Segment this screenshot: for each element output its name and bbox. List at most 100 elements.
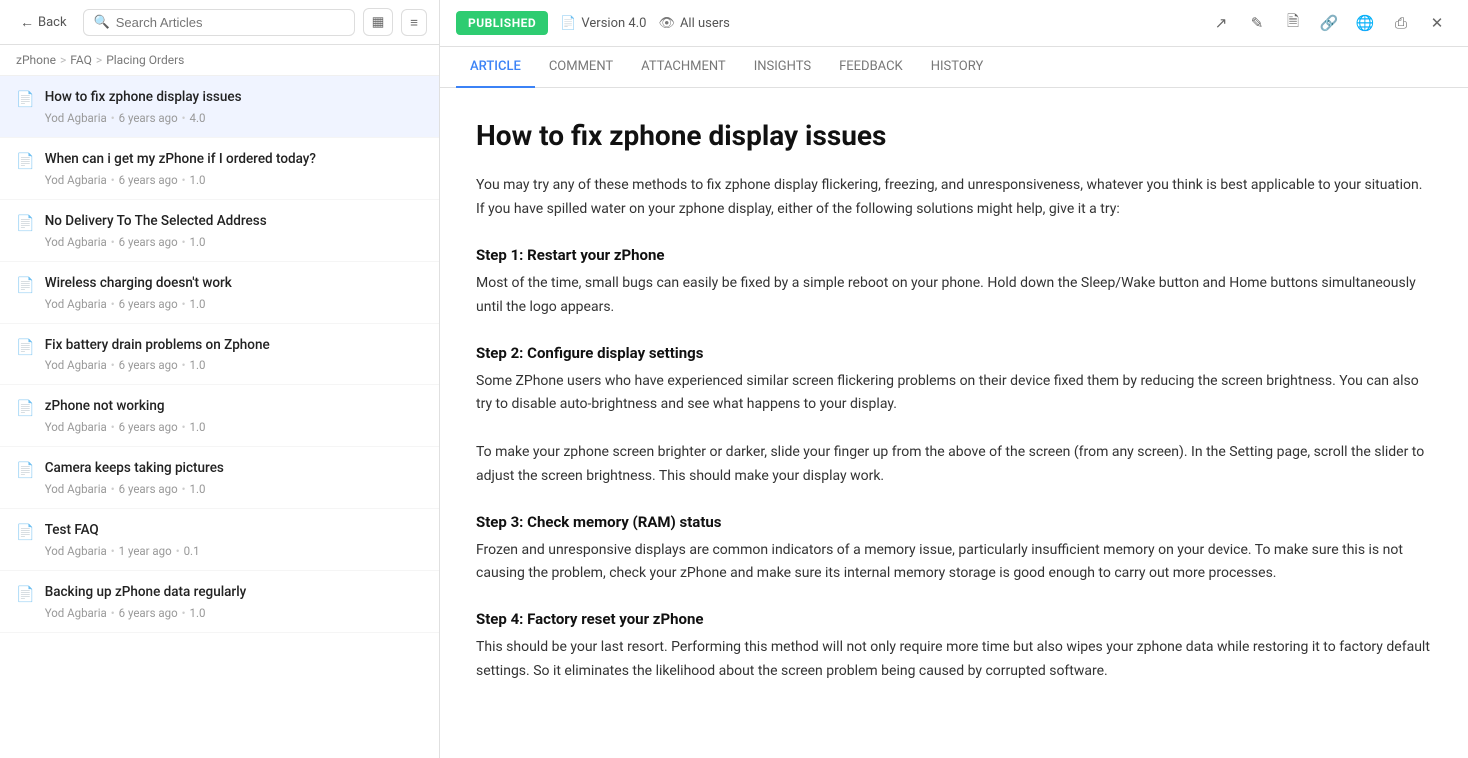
- article-version: 1.0: [190, 420, 206, 434]
- list-item[interactable]: 📄 When can i get my zPhone if I ordered …: [0, 138, 439, 200]
- users-label[interactable]: All users: [680, 16, 730, 31]
- article-author: Yod Agbaria: [45, 420, 107, 434]
- article-doc-icon: 📄: [16, 214, 35, 232]
- version-label[interactable]: Version 4.0: [581, 16, 646, 31]
- article-doc-icon: 📄: [16, 152, 35, 170]
- back-button[interactable]: ← Back: [12, 10, 75, 35]
- list-item[interactable]: 📄 Test FAQ Yod Agbaria • 1 year ago • 0.…: [0, 509, 439, 571]
- article-title: zPhone not working: [45, 397, 423, 416]
- header-actions: ↗ ✎ 🗎 🔗 🌐 ⎙ ✕: [1206, 8, 1452, 38]
- breadcrumb-zphone[interactable]: zPhone: [16, 53, 56, 67]
- article-author: Yod Agbaria: [45, 235, 107, 249]
- article-meta: Yod Agbaria • 6 years ago • 1.0: [45, 235, 423, 249]
- filter-button[interactable]: ▦: [363, 8, 394, 36]
- article-time: 6 years ago: [119, 173, 178, 187]
- link-button[interactable]: 🔗: [1314, 8, 1344, 38]
- article-doc-icon: 📄: [16, 585, 35, 603]
- meta-dot-1: •: [111, 420, 115, 434]
- tab-history[interactable]: HISTORY: [917, 47, 998, 88]
- step-content-4: This should be your last resort. Perform…: [476, 636, 1432, 684]
- meta-dot-1: •: [111, 482, 115, 496]
- share-button[interactable]: ↗: [1206, 8, 1236, 38]
- collapse-button[interactable]: ≡: [401, 9, 427, 36]
- article-meta: Yod Agbaria • 6 years ago • 1.0: [45, 606, 423, 620]
- meta-dot-2: •: [182, 420, 186, 434]
- edit-button[interactable]: ✎: [1242, 8, 1272, 38]
- tab-feedback[interactable]: FEEDBACK: [825, 47, 917, 88]
- users-icon: 👁: [658, 16, 675, 31]
- article-content: Backing up zPhone data regularly Yod Agb…: [45, 583, 423, 620]
- list-item[interactable]: 📄 No Delivery To The Selected Address Yo…: [0, 200, 439, 262]
- article-time: 6 years ago: [119, 235, 178, 249]
- article-meta: Yod Agbaria • 6 years ago • 4.0: [45, 111, 423, 125]
- article-doc-icon: 📄: [16, 338, 35, 356]
- article-time: 6 years ago: [119, 297, 178, 311]
- article-time: 6 years ago: [119, 420, 178, 434]
- close-button[interactable]: ✕: [1422, 8, 1452, 38]
- article-time: 1 year ago: [119, 544, 172, 558]
- article-doc-icon: 📄: [16, 461, 35, 479]
- article-meta: Yod Agbaria • 6 years ago • 1.0: [45, 173, 423, 187]
- meta-dot-1: •: [111, 111, 115, 125]
- article-main-title: How to fix zphone display issues: [476, 118, 1432, 154]
- left-panel: ← Back 🔍 ▦ ≡ zPhone > FAQ > Placing Orde…: [0, 0, 440, 758]
- meta-dot-1: •: [111, 358, 115, 372]
- meta-dot-1: •: [111, 544, 115, 558]
- step-title-1: Step 1: Restart your zPhone: [476, 246, 1432, 264]
- copy-button[interactable]: ⎙: [1386, 8, 1416, 38]
- step-content-1: Most of the time, small bugs can easily …: [476, 272, 1432, 320]
- article-intro: You may try any of these methods to fix …: [476, 174, 1432, 222]
- article-title: Backing up zPhone data regularly: [45, 583, 423, 602]
- meta-dot-2: •: [182, 482, 186, 496]
- step-content-2: Some ZPhone users who have experienced s…: [476, 370, 1432, 489]
- tab-comment[interactable]: COMMENT: [535, 47, 627, 88]
- breadcrumb-placing-orders[interactable]: Placing Orders: [106, 53, 184, 67]
- globe-button[interactable]: 🌐: [1350, 8, 1380, 38]
- article-title: How to fix zphone display issues: [45, 88, 423, 107]
- article-version: 0.1: [184, 544, 200, 558]
- article-meta: Yod Agbaria • 6 years ago • 1.0: [45, 420, 423, 434]
- header-left: PUBLISHED 📄 Version 4.0 👁 All users: [456, 11, 730, 35]
- article-title: Fix battery drain problems on Zphone: [45, 336, 423, 355]
- breadcrumb-sep-2: >: [96, 53, 102, 67]
- article-content: When can i get my zPhone if I ordered to…: [45, 150, 423, 187]
- steps-container: Step 1: Restart your zPhone Most of the t…: [476, 246, 1432, 684]
- article-author: Yod Agbaria: [45, 297, 107, 311]
- list-item[interactable]: 📄 Fix battery drain problems on Zphone Y…: [0, 324, 439, 386]
- article-version: 1.0: [190, 173, 206, 187]
- article-meta: Yod Agbaria • 1 year ago • 0.1: [45, 544, 423, 558]
- article-doc-icon: 📄: [16, 276, 35, 294]
- published-badge: PUBLISHED: [456, 11, 548, 35]
- article-content: Wireless charging doesn't work Yod Agbar…: [45, 274, 423, 311]
- article-title: Camera keeps taking pictures: [45, 459, 423, 478]
- step-title-4: Step 4: Factory reset your zPhone: [476, 610, 1432, 628]
- article-content: Fix battery drain problems on Zphone Yod…: [45, 336, 423, 373]
- article-author: Yod Agbaria: [45, 173, 107, 187]
- article-doc-icon: 📄: [16, 399, 35, 417]
- breadcrumb: zPhone > FAQ > Placing Orders: [0, 45, 439, 76]
- meta-dot-1: •: [111, 235, 115, 249]
- right-panel: PUBLISHED 📄 Version 4.0 👁 All users ↗ ✎ …: [440, 0, 1468, 758]
- meta-dot-2: •: [182, 297, 186, 311]
- breadcrumb-sep-1: >: [60, 53, 66, 67]
- tab-attachment[interactable]: ATTACHMENT: [627, 47, 740, 88]
- list-item[interactable]: 📄 zPhone not working Yod Agbaria • 6 yea…: [0, 385, 439, 447]
- article-title: No Delivery To The Selected Address: [45, 212, 423, 231]
- list-item[interactable]: 📄 Backing up zPhone data regularly Yod A…: [0, 571, 439, 633]
- article-author: Yod Agbaria: [45, 544, 107, 558]
- article-author: Yod Agbaria: [45, 111, 107, 125]
- search-input[interactable]: [116, 15, 344, 30]
- document-button[interactable]: 🗎: [1278, 8, 1308, 38]
- top-bar: ← Back 🔍 ▦ ≡: [0, 0, 439, 45]
- step-title-2: Step 2: Configure display settings: [476, 344, 1432, 362]
- list-item[interactable]: 📄 Camera keeps taking pictures Yod Agbar…: [0, 447, 439, 509]
- right-header: PUBLISHED 📄 Version 4.0 👁 All users ↗ ✎ …: [440, 0, 1468, 47]
- tab-article[interactable]: ARTICLE: [456, 47, 535, 88]
- back-label: Back: [38, 15, 67, 30]
- article-doc-icon: 📄: [16, 523, 35, 541]
- tab-insights[interactable]: INSIGHTS: [740, 47, 825, 88]
- article-author: Yod Agbaria: [45, 358, 107, 372]
- breadcrumb-faq[interactable]: FAQ: [70, 53, 92, 67]
- list-item[interactable]: 📄 How to fix zphone display issues Yod A…: [0, 76, 439, 138]
- list-item[interactable]: 📄 Wireless charging doesn't work Yod Agb…: [0, 262, 439, 324]
